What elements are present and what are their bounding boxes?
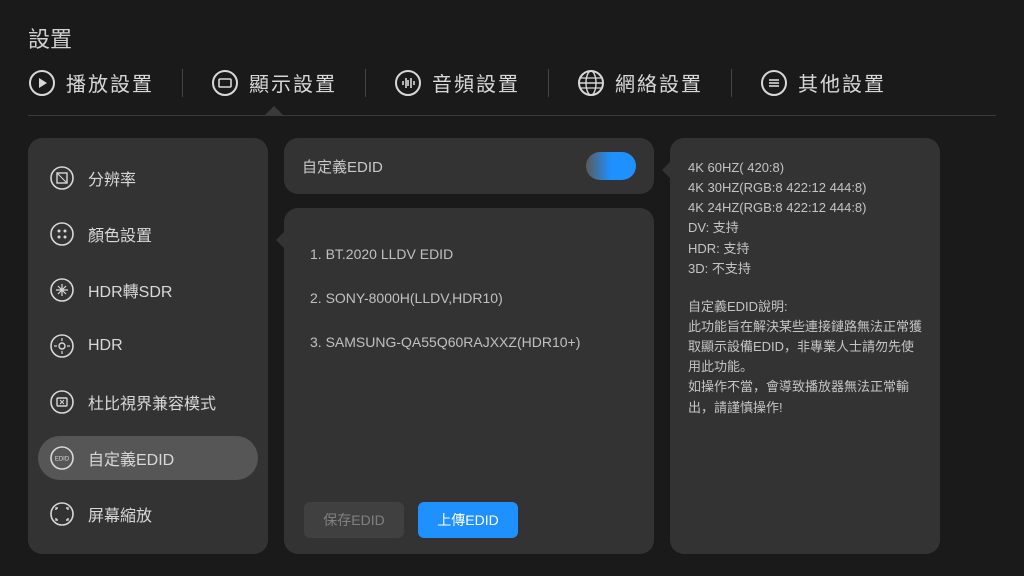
display-icon — [211, 69, 239, 97]
separator — [182, 69, 183, 97]
separator — [731, 69, 732, 97]
custom-edid-toggle[interactable] — [586, 152, 636, 180]
separator — [548, 69, 549, 97]
info-panel: 4K 60HZ( 420:8)4K 30HZ(RGB:8 422:12 444:… — [670, 138, 940, 554]
display-sidebar: 分辨率 顏色設置 HDR轉SDR HDR 杜比視界兼容模式 EDID 自定義ED… — [28, 138, 268, 554]
capability-line: 4K 30HZ(RGB:8 422:12 444:8) — [688, 178, 922, 198]
capability-line: 3D: 不支持 — [688, 259, 922, 279]
play-icon — [28, 69, 56, 97]
tab-label: 顯示設置 — [249, 68, 337, 97]
zoom-icon — [50, 502, 74, 526]
capability-line: DV: 支持 — [688, 218, 922, 238]
hdr2sdr-icon — [50, 278, 74, 302]
sidebar-item-resolution[interactable]: 分辨率 — [38, 156, 258, 200]
resolution-icon — [50, 166, 74, 190]
edid-option[interactable]: 1. BT.2020 LLDV EDID — [304, 232, 634, 276]
edid-list-panel: 1. BT.2020 LLDV EDID2. SONY-8000H(LLDV,H… — [284, 208, 654, 554]
sidebar-item-label: HDR — [88, 337, 123, 355]
separator — [365, 69, 366, 97]
palette-icon — [50, 222, 74, 246]
page-title: 設置 — [28, 22, 996, 54]
save-edid-button[interactable]: 保存EDID — [304, 502, 404, 538]
sidebar-item-hdr2sdr[interactable]: HDR轉SDR — [38, 268, 258, 312]
tab-playback[interactable]: 播放設置 — [28, 68, 154, 97]
sidebar-item-hdr[interactable]: HDR — [38, 324, 258, 368]
sidebar-item-label: HDR轉SDR — [88, 278, 172, 302]
capability-line: 4K 60HZ( 420:8) — [688, 158, 922, 178]
sidebar-item-color[interactable]: 顏色設置 — [38, 212, 258, 256]
edid-option[interactable]: 3. SAMSUNG-QA55Q60RAJXXZ(HDR10+) — [304, 320, 634, 364]
sidebar-item-label: 分辨率 — [88, 166, 136, 190]
sidebar-item-label: 顏色設置 — [88, 222, 152, 246]
info-title: 自定義EDID說明: — [688, 297, 922, 317]
sidebar-item-label: 自定義EDID — [88, 446, 174, 470]
info-body: 此功能旨在解決某些連接鏈路無法正常獲取顯示設備EDID，非專業人士請勿先使用此功… — [688, 317, 922, 418]
toggle-label: 自定義EDID — [302, 156, 383, 177]
active-tab-indicator — [264, 106, 284, 116]
capability-line: HDR: 支持 — [688, 239, 922, 259]
svg-text:EDID: EDID — [55, 457, 70, 463]
globe-icon — [577, 69, 605, 97]
edid-option[interactable]: 2. SONY-8000H(LLDV,HDR10) — [304, 276, 634, 320]
tab-other[interactable]: 其他設置 — [760, 68, 886, 97]
menu-icon — [760, 69, 788, 97]
tab-label: 網絡設置 — [615, 68, 703, 97]
sidebar-item-label: 杜比視界兼容模式 — [88, 390, 216, 414]
tab-bar: 播放設置 顯示設置 音頻設置 網絡設置 其他設置 — [28, 68, 996, 116]
tab-label: 其他設置 — [798, 68, 886, 97]
upload-edid-button[interactable]: 上傳EDID — [418, 502, 518, 538]
sidebar-item-zoom[interactable]: 屏幕縮放 — [38, 492, 258, 536]
custom-edid-toggle-row: 自定義EDID — [284, 138, 654, 194]
sidebar-item-custom-edid[interactable]: EDID 自定義EDID — [38, 436, 258, 480]
capability-line: 4K 24HZ(RGB:8 422:12 444:8) — [688, 198, 922, 218]
tab-label: 播放設置 — [66, 68, 154, 97]
sidebar-item-dolby[interactable]: 杜比視界兼容模式 — [38, 380, 258, 424]
edid-capabilities: 4K 60HZ( 420:8)4K 30HZ(RGB:8 422:12 444:… — [688, 158, 922, 279]
tab-network[interactable]: 網絡設置 — [577, 68, 703, 97]
sidebar-item-label: 屏幕縮放 — [88, 502, 152, 526]
tab-display[interactable]: 顯示設置 — [211, 68, 337, 97]
dolby-icon — [50, 390, 74, 414]
audio-icon — [394, 69, 422, 97]
edid-icon: EDID — [50, 446, 74, 470]
hdr-icon — [50, 334, 74, 358]
tab-audio[interactable]: 音頻設置 — [394, 68, 520, 97]
tab-label: 音頻設置 — [432, 68, 520, 97]
